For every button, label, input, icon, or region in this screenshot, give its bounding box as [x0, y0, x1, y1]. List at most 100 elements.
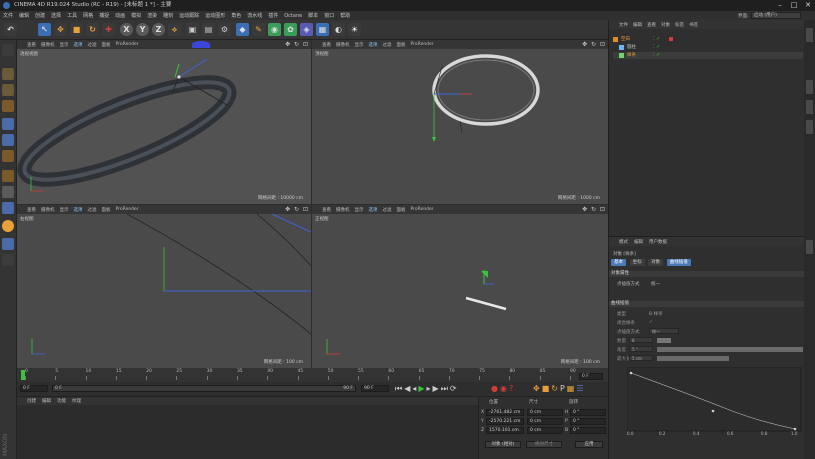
vp-menu-cameras[interactable]: 摄像机 — [336, 42, 350, 48]
record-icon[interactable]: ● — [491, 384, 500, 393]
rotation-b-field[interactable]: 0 ° — [570, 427, 606, 434]
current-frame-field[interactable]: 0 F — [579, 373, 603, 380]
make-editable-icon[interactable] — [2, 44, 14, 56]
side-tab-objects[interactable] — [806, 28, 813, 42]
z-axis-icon[interactable]: Z — [152, 23, 165, 36]
preview-range-slider[interactable]: 0 F 90 F — [52, 385, 356, 392]
menu-window[interactable]: 窗口 — [324, 12, 334, 19]
vp-menu-panel[interactable]: 面板 — [102, 207, 111, 213]
object-row-spline[interactable]: 样条 ⁚ ✓ — [613, 52, 803, 59]
menu-tools[interactable]: 工具 — [67, 12, 77, 19]
curve-point[interactable] — [711, 409, 715, 413]
mat-menu-create[interactable]: 创建 — [27, 398, 36, 404]
visibility-icon[interactable]: ⁚ ✓ — [653, 52, 660, 58]
undo-icon[interactable]: ↶ — [4, 23, 17, 36]
vp-menu-display[interactable]: 显示 — [60, 42, 69, 48]
key-param-icon[interactable]: P — [560, 384, 567, 393]
viewport-nav-icons[interactable]: ✥ ↻ ⊡ — [285, 41, 309, 48]
point-interp-value[interactable]: 统一 — [651, 281, 660, 287]
snap-icon[interactable] — [2, 202, 14, 214]
rotation-p-field[interactable]: 0 ° — [570, 418, 606, 425]
model-mode-icon[interactable] — [2, 68, 14, 80]
tag-icon[interactable] — [669, 37, 673, 41]
light-icon[interactable]: ☀ — [348, 23, 361, 36]
vp-menu-filter[interactable]: 过滤 — [88, 42, 97, 48]
array-icon[interactable]: ✿ — [284, 23, 297, 36]
vp-menu-cameras[interactable]: 摄像机 — [41, 42, 55, 48]
side-tab-content[interactable] — [806, 80, 813, 94]
attr-interp-field[interactable]: 统一 — [649, 328, 679, 334]
key-rotation-icon[interactable]: ↻ — [551, 384, 560, 393]
pen-icon[interactable]: ✎ — [252, 23, 265, 36]
vp-menu-filter[interactable]: 过滤 — [383, 207, 392, 213]
position-y-field[interactable]: -2570.221 cm — [486, 418, 524, 425]
attr-angle-slider[interactable] — [657, 347, 803, 352]
move-icon[interactable]: ✥ — [54, 23, 67, 36]
render-picture-viewer-icon[interactable]: ▤ — [202, 23, 215, 36]
key-position-icon[interactable]: ✥ — [533, 384, 542, 393]
layout-select[interactable]: 启动 (用户) — [751, 12, 801, 19]
render-settings-icon[interactable]: ⚙ — [218, 23, 231, 36]
menu-select[interactable]: 选择 — [51, 12, 61, 19]
vp-menu-prorender[interactable]: ProRender — [411, 42, 434, 47]
object-row-cylinder[interactable]: 圆柱 ⁚ ✓ — [613, 44, 803, 51]
attr-type-value[interactable]: B-样条 — [649, 311, 663, 317]
close-button[interactable]: ✕ — [801, 0, 815, 11]
key-pla-icon[interactable]: ▦ — [567, 384, 577, 393]
tab-interpolation[interactable]: 曲线插值 — [666, 259, 691, 266]
go-to-start-icon[interactable]: ⏮ — [395, 384, 404, 393]
live-select-icon[interactable]: ↖ — [38, 23, 51, 36]
falloff-curve-graph[interactable] — [627, 367, 803, 439]
vp-menu-panel[interactable]: 面板 — [397, 207, 406, 213]
vp-menu-panel[interactable]: 面板 — [102, 42, 111, 48]
menu-plugins[interactable]: 插件 — [268, 12, 278, 19]
render-view-icon[interactable]: ▣ — [186, 23, 199, 36]
texture-mode-icon[interactable] — [2, 84, 14, 96]
vp-menu-prorender[interactable]: ProRender — [116, 207, 139, 212]
cube-icon[interactable]: ◆ — [236, 23, 249, 36]
menu-mesh[interactable]: 网格 — [83, 12, 93, 19]
size-y-field[interactable]: 0 cm — [527, 418, 563, 425]
obj-menu-bookmarks[interactable]: 书签 — [689, 22, 698, 28]
menu-create[interactable]: 创建 — [35, 12, 45, 19]
tab-object[interactable]: 对象 — [648, 259, 664, 266]
viewport-nav-icons[interactable]: ✥ ↻ ⊡ — [582, 41, 606, 48]
visibility-icon[interactable]: ⁚ ✓ — [653, 36, 660, 42]
vp-menu-options[interactable]: 选项 — [74, 42, 83, 48]
planar-workplane-icon[interactable] — [2, 238, 14, 250]
vp-menu-panel[interactable]: 面板 — [397, 42, 406, 48]
vp-menu-filter[interactable]: 过滤 — [383, 42, 392, 48]
obj-menu-edit[interactable]: 编辑 — [633, 22, 642, 28]
vp-menu-prorender[interactable]: ProRender — [116, 42, 139, 47]
vp-menu-display[interactable]: 显示 — [355, 42, 364, 48]
obj-menu-object[interactable]: 对象 — [661, 22, 670, 28]
viewport-right[interactable]: 查看 摄像机 显示 选项 过滤 面板 ProRender 右视图 ✥ ↻ ⊡ 网… — [17, 205, 311, 368]
workplane-icon[interactable] — [2, 100, 14, 112]
menu-simulate[interactable]: 模拟 — [131, 12, 141, 19]
mat-menu-texture[interactable]: 纹理 — [72, 398, 81, 404]
attr-angle-field[interactable]: 5 ° — [629, 346, 653, 352]
viewport-nav-icons[interactable]: ✥ ↻ ⊡ — [285, 206, 309, 213]
attr-menu-mode[interactable]: 模式 — [619, 239, 628, 245]
side-tab-layer[interactable] — [806, 120, 813, 134]
vp-menu-display[interactable]: 显示 — [355, 207, 364, 213]
menu-script[interactable]: 脚本 — [308, 12, 318, 19]
position-z-field[interactable]: 1570.101 cm — [486, 427, 524, 434]
size-mode-select[interactable]: 绝对尺寸 — [526, 441, 562, 448]
coord-mode-select[interactable]: 对象 (相对) — [485, 441, 521, 448]
attr-menu-edit[interactable]: 编辑 — [634, 239, 643, 245]
viewport-front[interactable]: 查看 摄像机 显示 选项 过滤 面板 ProRender 正视图 ✥ ↻ ⊡ 网… — [312, 205, 608, 368]
menu-character[interactable]: 角色 — [231, 12, 241, 19]
points-mode-icon[interactable] — [2, 118, 14, 130]
menu-file[interactable]: 文件 — [3, 12, 13, 19]
vp-menu-options[interactable]: 选项 — [369, 42, 378, 48]
apply-button[interactable]: 应用 — [575, 441, 603, 448]
vp-menu-view[interactable]: 查看 — [322, 42, 331, 48]
vp-menu-filter[interactable]: 过滤 — [88, 207, 97, 213]
scale-icon[interactable]: ■ — [70, 23, 83, 36]
loop-icon[interactable]: ⟳ — [450, 384, 459, 393]
size-x-field[interactable]: 0 cm — [527, 409, 563, 416]
attr-closed-value[interactable]: ✓ — [649, 320, 653, 325]
timeline-playhead[interactable] — [21, 370, 25, 380]
next-key-icon[interactable]: ▶ — [433, 384, 441, 393]
